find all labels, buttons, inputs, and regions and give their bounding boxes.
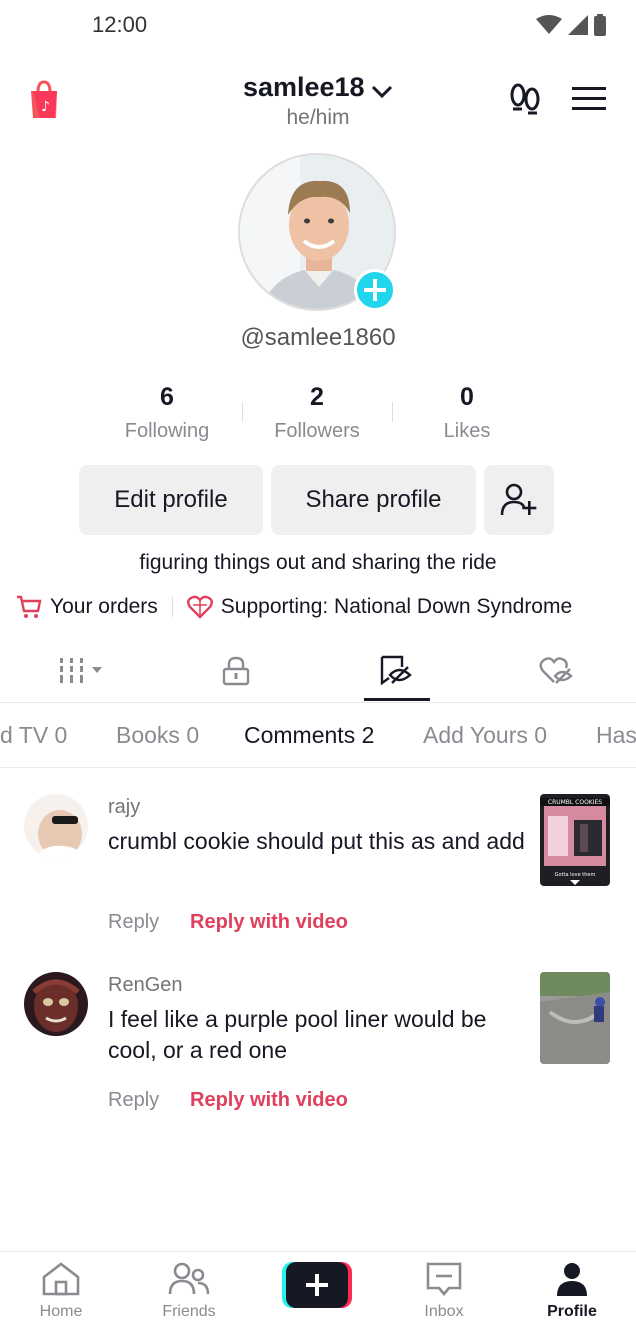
- your-orders-link[interactable]: Your orders: [16, 595, 158, 619]
- reply-button[interactable]: Reply: [108, 1089, 159, 1112]
- video-thumbnail[interactable]: CRUMBL COOKIES Gotta love them: [540, 794, 610, 886]
- profile-header: ♪ samlee18 he/him: [0, 60, 636, 140]
- profile-icon: [557, 1263, 587, 1296]
- reply-with-video-button[interactable]: Reply with video: [190, 911, 348, 934]
- stat-value: 6: [160, 383, 174, 411]
- comment-text: I feel like a purple pool liner would be…: [108, 1006, 487, 1063]
- commenter-avatar[interactable]: [24, 972, 88, 1036]
- stat-label: Likes: [443, 420, 491, 442]
- add-photo-button[interactable]: [354, 269, 396, 311]
- nav-profile-label: Profile: [547, 1303, 597, 1320]
- inbox-icon: [426, 1262, 462, 1297]
- profile-avatar[interactable]: [238, 153, 396, 311]
- subtab-comments[interactable]: Comments 2: [244, 722, 374, 749]
- reply-with-video-button[interactable]: Reply with video: [190, 1089, 348, 1112]
- nav-friends[interactable]: Friends: [134, 1262, 244, 1321]
- content-tabs: [0, 640, 636, 702]
- commenter-name[interactable]: rajy: [108, 796, 140, 819]
- nav-profile[interactable]: Profile: [517, 1262, 627, 1321]
- tab-private[interactable]: [176, 640, 296, 702]
- thumbnail-caption: Gotta love them: [555, 872, 596, 878]
- share-profile-button[interactable]: Share profile: [271, 465, 476, 535]
- subtab-books[interactable]: Books 0: [116, 722, 199, 749]
- add-friend-button[interactable]: [484, 465, 554, 535]
- home-icon: [42, 1262, 80, 1296]
- reply-button[interactable]: Reply: [108, 911, 159, 934]
- stat-label: Following: [124, 420, 210, 442]
- status-icons: [536, 14, 606, 36]
- tab-videos[interactable]: [22, 640, 142, 702]
- profile-actions: Edit profile Share profile: [79, 465, 554, 535]
- supporting-label: Supporting: National Down Syndrome: [220, 595, 573, 618]
- wifi-icon: [536, 15, 562, 34]
- add-user-icon: [500, 483, 537, 516]
- bookmark-eye-icon: [380, 655, 412, 686]
- plus-icon: [364, 279, 386, 301]
- grid-filter-icon: [60, 658, 102, 683]
- footprints-icon[interactable]: [508, 82, 544, 116]
- profile-handle: @samlee1860: [240, 324, 396, 351]
- friends-icon: [168, 1262, 210, 1295]
- subtab-add-yours[interactable]: Add Yours 0: [423, 722, 547, 749]
- edit-profile-button[interactable]: Edit profile: [79, 465, 263, 535]
- status-bar: 12:00: [0, 0, 636, 52]
- thumbnail-title: CRUMBL COOKIES: [548, 799, 602, 806]
- stat-value: 0: [460, 383, 474, 411]
- profile-stats: 6 Following 2 Followers 0 Likes: [92, 380, 542, 450]
- tab-reposts[interactable]: [336, 640, 456, 702]
- reposts-subtabs: d TV 0 Books 0 Comments 2 Add Yours 0 Ha…: [0, 710, 636, 762]
- username: samlee18: [242, 72, 365, 102]
- create-button[interactable]: [282, 1262, 352, 1308]
- signal-icon: [568, 15, 588, 35]
- subtab-tv[interactable]: d TV 0: [0, 722, 67, 749]
- stat-value: 2: [310, 383, 324, 411]
- heart-globe-icon: [186, 595, 213, 619]
- heart-hidden-icon: [539, 657, 573, 684]
- chevron-down-icon: [371, 85, 393, 98]
- nav-inbox-label: Inbox: [424, 1303, 464, 1320]
- tab-liked[interactable]: [496, 640, 616, 702]
- nav-home-label: Home: [39, 1303, 83, 1320]
- stat-label: Followers: [274, 420, 360, 442]
- status-time: 12:00: [92, 12, 148, 37]
- lock-icon: [222, 656, 250, 686]
- bottom-nav: Home Friends Inbox Profile: [0, 1251, 636, 1334]
- your-orders-label: Your orders: [50, 595, 158, 618]
- video-thumbnail[interactable]: [540, 972, 610, 1064]
- stat-followers[interactable]: 2 Followers: [242, 380, 392, 450]
- subtab-hashtags[interactable]: Has: [596, 722, 636, 749]
- commenter-name[interactable]: RenGen: [108, 974, 183, 997]
- nav-inbox[interactable]: Inbox: [389, 1262, 499, 1321]
- plus-icon: [282, 1262, 352, 1308]
- profile-links: Your orders Supporting: National Down Sy…: [16, 592, 572, 622]
- tabs-divider: [0, 702, 636, 703]
- cart-icon: [17, 595, 42, 618]
- supporting-link[interactable]: Supporting: National Down Syndrome: [186, 595, 573, 619]
- stat-following[interactable]: 6 Following: [92, 380, 242, 450]
- link-divider: [171, 597, 173, 617]
- nav-friends-label: Friends: [162, 1303, 216, 1320]
- active-tab-indicator: [364, 698, 430, 701]
- profile-bio: figuring things out and sharing the ride: [139, 551, 497, 574]
- stat-likes[interactable]: 0 Likes: [392, 380, 542, 450]
- battery-icon: [594, 14, 606, 36]
- commenter-avatar[interactable]: [24, 794, 88, 858]
- menu-icon[interactable]: [572, 86, 606, 112]
- subtabs-divider: [0, 767, 636, 768]
- nav-home[interactable]: Home: [6, 1262, 116, 1321]
- comment-text: crumbl cookie should put this as and add: [108, 828, 525, 854]
